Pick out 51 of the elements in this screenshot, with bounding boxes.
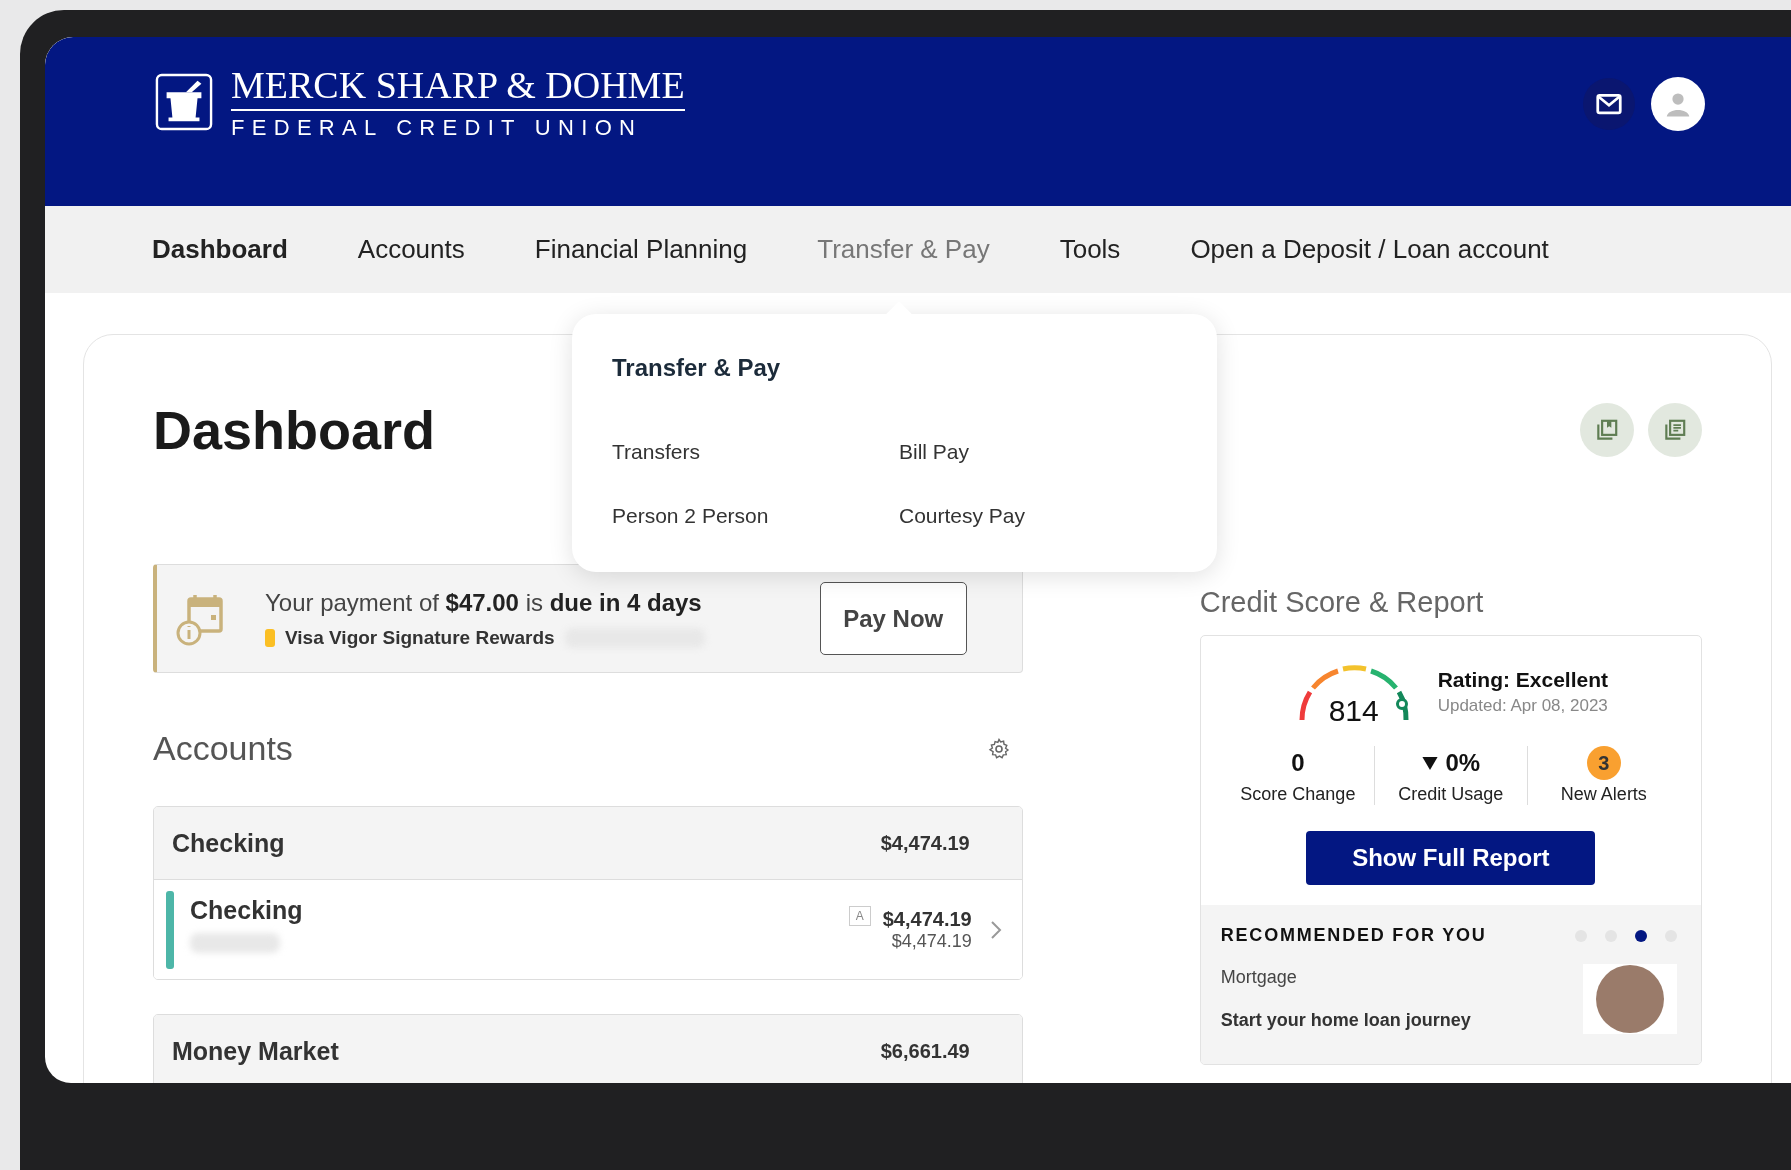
pay-now-button[interactable]: Pay Now: [819, 582, 967, 655]
stat-value: 0%: [1445, 749, 1481, 777]
stat-label: Credit Usage: [1398, 784, 1504, 805]
logo-subtitle: FEDERAL CREDIT UNION: [231, 115, 644, 141]
bookmark-stack-button[interactable]: [1580, 403, 1634, 457]
menu-item[interactable]: Courtesy Pay: [899, 504, 1177, 528]
document-stack-icon: [1662, 417, 1688, 443]
nav-tab[interactable]: Open a Deposit / Loan account: [1190, 234, 1549, 265]
chevron-right-icon: [989, 919, 1002, 940]
section-title: Credit Score & Report: [1199, 586, 1485, 619]
account-badge: A: [848, 906, 871, 926]
account-row[interactable]: Checking A $4,474.19 $4,474.19: [154, 879, 1022, 979]
payment-message: Your payment of $47.00 is due in 4 days: [265, 588, 703, 617]
nav-tab[interactable]: Tools: [1059, 234, 1121, 265]
nav-tab[interactable]: Transfer & Pay: [817, 234, 990, 265]
group-total: $6,661.49: [880, 1039, 970, 1063]
menu-item[interactable]: Bill Pay: [899, 440, 1177, 464]
page-title: Dashboard: [153, 399, 436, 461]
down-triangle-icon: [1421, 756, 1438, 770]
section-title: Accounts: [153, 729, 293, 768]
recommendation-headline: Start your home loan journey: [1220, 1010, 1471, 1031]
avatar-button[interactable]: [1651, 77, 1705, 131]
credit-score: 814: [1327, 694, 1380, 728]
carousel-dot[interactable]: [1635, 929, 1647, 942]
group-name: Checking: [172, 828, 285, 858]
recommendation-category: Mortgage: [1220, 967, 1298, 988]
bookmark-stack-icon: [1594, 417, 1620, 443]
stat-label: Score Change: [1240, 784, 1356, 805]
group-name: Money Market: [172, 1036, 339, 1066]
nav-tab[interactable]: Financial Planning: [534, 234, 748, 265]
document-stack-button[interactable]: [1648, 403, 1702, 457]
menu-item[interactable]: Person 2 Person: [612, 504, 899, 528]
show-report-button[interactable]: Show Full Report: [1306, 831, 1596, 885]
dropdown-title: Transfer & Pay: [612, 354, 782, 382]
nav-tab[interactable]: Dashboard: [152, 234, 288, 265]
account-name: Checking: [190, 896, 304, 925]
account-balance: $4,474.19: [882, 907, 972, 931]
recommendation-heading: RECOMMENDED FOR YOU: [1220, 925, 1487, 946]
available-balance: $4,474.19: [891, 930, 972, 952]
updated-date: Updated: Apr 08, 2023: [1437, 696, 1609, 716]
group-total: $4,474.19: [880, 831, 970, 855]
rating-label: Rating: Excellent: [1437, 668, 1609, 692]
settings-icon[interactable]: [986, 736, 1011, 761]
mail-button[interactable]: [1583, 78, 1635, 130]
menu-item[interactable]: Transfers: [612, 440, 899, 464]
stat-value: 0: [1291, 749, 1305, 777]
account-name: Visa Vigor Signature Rewards: [285, 626, 555, 649]
nav-tab[interactable]: Accounts: [357, 234, 465, 265]
alert-count-badge: 3: [1586, 746, 1621, 780]
logo-title: MERCK SHARP & DOHME: [231, 63, 685, 111]
stat-label: New Alerts: [1560, 784, 1647, 805]
